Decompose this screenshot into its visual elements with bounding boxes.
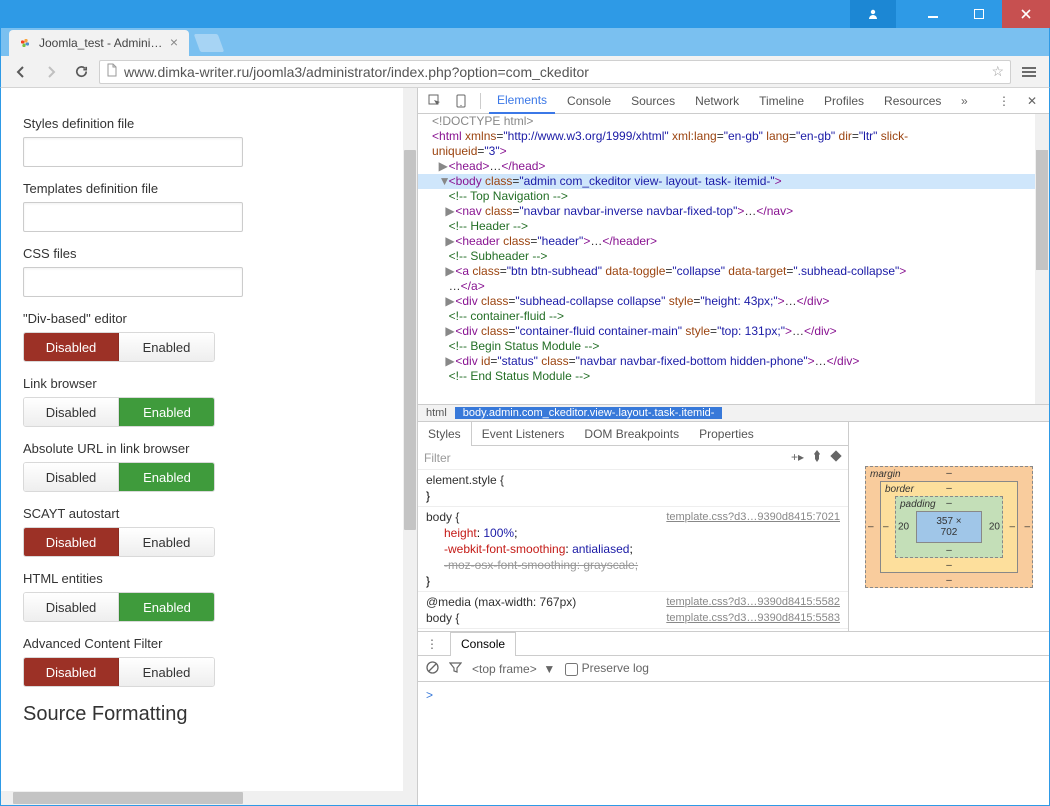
entities-label: HTML entities — [23, 571, 395, 586]
computed-box-model: margin –– –– border –– –– padding –– 202… — [849, 422, 1049, 631]
acf-toggle: Disabled Enabled — [23, 657, 215, 687]
joomla-options-panel: Styles definition file Templates definit… — [1, 88, 417, 805]
scayt-toggle: Disabled Enabled — [23, 527, 215, 557]
link-browser-toggle: Disabled Enabled — [23, 397, 215, 427]
styles-tab-styles[interactable]: Styles — [418, 422, 472, 446]
bookmark-icon[interactable]: ☆ — [991, 63, 1004, 80]
entities-disabled[interactable]: Disabled — [24, 593, 119, 621]
pin-icon[interactable] — [812, 450, 822, 465]
link-browser-disabled[interactable]: Disabled — [24, 398, 119, 426]
url-text: www.dimka-writer.ru/joomla3/administrato… — [124, 64, 991, 80]
tab-resources[interactable]: Resources — [876, 88, 949, 114]
reload-button[interactable] — [69, 60, 93, 84]
styles-filter-input[interactable]: Filter — [424, 451, 451, 465]
templates-file-input[interactable] — [23, 202, 243, 232]
inspect-element-icon[interactable] — [424, 91, 446, 111]
crumb-html[interactable]: html — [418, 407, 455, 419]
acf-label: Advanced Content Filter — [23, 636, 395, 651]
entities-enabled[interactable]: Enabled — [119, 593, 214, 621]
new-tab-button[interactable] — [194, 34, 225, 52]
div-editor-enabled[interactable]: Enabled — [119, 333, 214, 361]
elements-dom-tree[interactable]: <!DOCTYPE html> <html xmlns="http://www.… — [418, 114, 1049, 404]
entities-toggle: Disabled Enabled — [23, 592, 215, 622]
styles-file-label: Styles definition file — [23, 116, 395, 131]
css-files-label: CSS files — [23, 246, 395, 261]
drawer-tab-console[interactable]: Console — [450, 632, 516, 656]
console-drawer: ⋮ Console <top frame> ▼ Preserve log > — [418, 632, 1049, 805]
profile-button[interactable] — [850, 0, 896, 28]
joomla-favicon — [17, 35, 33, 51]
more-tabs-icon[interactable]: » — [953, 91, 975, 111]
css-body-rule[interactable]: template.css?d3…9390d8415:7021 body { he… — [418, 507, 848, 592]
tab-profiles[interactable]: Profiles — [816, 88, 872, 114]
devtools-close-icon[interactable]: ✕ — [1021, 91, 1043, 111]
browser-tab[interactable]: Joomla_test - Administrati × — [9, 30, 189, 56]
absolute-url-enabled[interactable]: Enabled — [119, 463, 214, 491]
acf-enabled[interactable]: Enabled — [119, 658, 214, 686]
toggle-state-icon[interactable] — [830, 450, 842, 465]
tab-timeline[interactable]: Timeline — [751, 88, 812, 114]
absolute-url-disabled[interactable]: Disabled — [24, 463, 119, 491]
scayt-label: SCAYT autostart — [23, 506, 395, 521]
styles-panel: Styles Event Listeners DOM Breakpoints P… — [418, 422, 1049, 632]
tab-network[interactable]: Network — [687, 88, 747, 114]
templates-file-label: Templates definition file — [23, 181, 395, 196]
breadcrumb-bar: html body.admin.com_ckeditor.view-.layou… — [418, 404, 1049, 422]
maximize-button[interactable] — [956, 0, 1002, 28]
crumb-body[interactable]: body.admin.com_ckeditor.view-.layout-.ta… — [455, 407, 723, 419]
tab-sources[interactable]: Sources — [623, 88, 683, 114]
dom-doctype: <!DOCTYPE html> — [432, 114, 533, 128]
chrome-menu-button[interactable] — [1017, 60, 1041, 84]
back-button[interactable] — [9, 60, 33, 84]
console-prompt[interactable]: > — [418, 682, 1049, 805]
acf-disabled[interactable]: Disabled — [24, 658, 119, 686]
box-model-content: 357 × 702 — [916, 511, 982, 543]
browser-toolbar: www.dimka-writer.ru/joomla3/administrato… — [0, 56, 1050, 88]
tab-title: Joomla_test - Administrati — [39, 36, 167, 50]
forward-button[interactable] — [39, 60, 63, 84]
drawer-menu-icon[interactable]: ⋮ — [418, 637, 446, 651]
scayt-disabled[interactable]: Disabled — [24, 528, 119, 556]
frame-selector[interactable]: <top frame> ▼ — [472, 662, 555, 676]
scayt-enabled[interactable]: Enabled — [119, 528, 214, 556]
css-files-input[interactable] — [23, 267, 243, 297]
div-editor-toggle: Disabled Enabled — [23, 332, 215, 362]
tab-elements[interactable]: Elements — [489, 88, 555, 114]
absolute-url-toggle: Disabled Enabled — [23, 462, 215, 492]
minimize-button[interactable] — [910, 0, 956, 28]
css-source-link[interactable]: template.css?d3…9390d8415:7021 — [666, 509, 840, 525]
styles-tab-dom[interactable]: DOM Breakpoints — [574, 422, 689, 446]
link-browser-enabled[interactable]: Enabled — [119, 398, 214, 426]
left-scrollbar-horizontal[interactable] — [1, 791, 417, 805]
preserve-log-checkbox[interactable]: Preserve log — [565, 661, 649, 675]
source-formatting-heading: Source Formatting — [23, 703, 395, 726]
css-media-rule[interactable]: template.css?d3…9390d8415:5582 @media (m… — [418, 592, 848, 629]
styles-tab-props[interactable]: Properties — [689, 422, 764, 446]
css-source-link-2[interactable]: template.css?d3…9390d8415:5582 — [666, 594, 840, 610]
styles-file-input[interactable] — [23, 137, 243, 167]
new-rule-icon[interactable]: +▸ — [791, 450, 804, 465]
devtools-panel: Elements Console Sources Network Timelin… — [417, 88, 1049, 805]
address-bar[interactable]: www.dimka-writer.ru/joomla3/administrato… — [99, 60, 1011, 84]
devtools-menu-icon[interactable]: ⋮ — [993, 91, 1015, 111]
link-browser-label: Link browser — [23, 376, 395, 391]
styles-tab-event[interactable]: Event Listeners — [472, 422, 575, 446]
window-titlebar — [0, 0, 1050, 28]
devtools-toolbar: Elements Console Sources Network Timelin… — [418, 88, 1049, 114]
filter-icon[interactable] — [449, 661, 462, 677]
page-icon — [106, 63, 118, 80]
tab-close-button[interactable]: × — [167, 36, 181, 50]
div-editor-disabled[interactable]: Disabled — [24, 333, 119, 361]
clear-console-icon[interactable] — [426, 661, 439, 677]
div-editor-label: "Div-based" editor — [23, 311, 395, 326]
tab-console[interactable]: Console — [559, 88, 619, 114]
css-element-style[interactable]: element.style {} — [418, 470, 848, 507]
absolute-url-label: Absolute URL in link browser — [23, 441, 395, 456]
elements-scrollbar[interactable] — [1035, 114, 1049, 404]
tab-strip: Joomla_test - Administrati × — [0, 28, 1050, 56]
close-button[interactable] — [1002, 0, 1050, 28]
left-scrollbar-vertical[interactable] — [403, 88, 417, 791]
device-mode-icon[interactable] — [450, 91, 472, 111]
dom-body-selected[interactable]: ▼<body class="admin com_ckeditor view- l… — [418, 174, 1049, 189]
